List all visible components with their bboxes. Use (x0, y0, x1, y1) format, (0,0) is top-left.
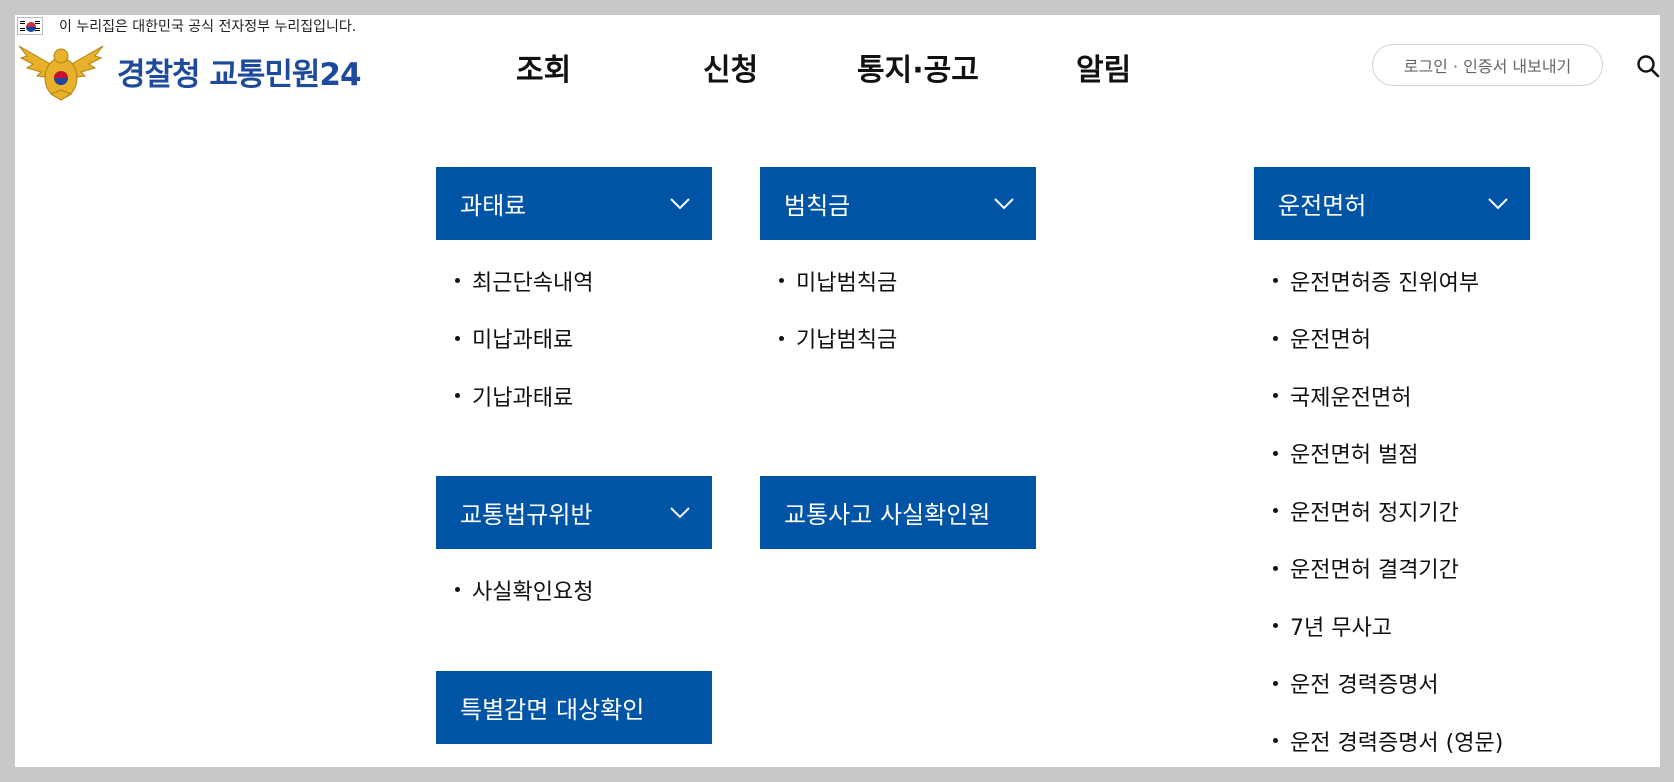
nav-item-application[interactable]: 신청 (703, 45, 758, 89)
list-item[interactable]: 운전면허 (1269, 310, 1503, 368)
menu-accident-title: 교통사고 사실확인원 (784, 501, 991, 529)
menu-special-header[interactable]: 특별감면 대상확인 (436, 671, 712, 744)
menu-penalty-header[interactable]: 범칙금 (760, 167, 1036, 240)
police-emblem-icon (18, 45, 104, 101)
gov-banner-text: 이 누리집은 대한민국 공식 전자정부 누리집입니다. (59, 19, 357, 35)
menu-accident-header[interactable]: 교통사고 사실확인원 (760, 476, 1036, 549)
menu-fine-list: 최근단속내역 미납과태료 기납과태료 (451, 252, 593, 425)
login-button[interactable]: 로그인 · 인증서 내보내기 (1372, 44, 1603, 86)
list-item[interactable]: 운전 경력증명서 (영문) (1269, 712, 1503, 770)
menu-violation-title: 교통법규위반 (460, 501, 593, 529)
nav-item-news[interactable]: 알림 (1076, 45, 1131, 89)
menu-fine-header[interactable]: 과태료 (436, 167, 712, 240)
list-item[interactable]: 미납과태료 (451, 310, 593, 368)
list-item[interactable]: 기납범칙금 (775, 310, 897, 368)
site-logo[interactable]: 경찰청 교통민원24 (17, 40, 362, 102)
list-item[interactable]: 운전면허증 진위여부 (1269, 252, 1503, 310)
search-icon[interactable] (1635, 53, 1661, 79)
chevron-down-icon (1488, 198, 1508, 210)
menu-violation-list: 사실확인요청 (451, 561, 593, 619)
gov-banner: 이 누리집은 대한민국 공식 전자정부 누리집입니다. (15, 15, 356, 37)
chevron-down-icon (994, 198, 1014, 210)
list-item[interactable]: 운전면허 벌점 (1269, 425, 1503, 483)
chevron-down-icon (670, 507, 690, 519)
menu-violation-header[interactable]: 교통법규위반 (436, 476, 712, 549)
list-item[interactable]: 국제운전면허 (1269, 367, 1503, 425)
list-item[interactable]: 기납과태료 (451, 367, 593, 425)
korean-flag-icon (17, 17, 43, 35)
logo-text: 경찰청 교통민원24 (117, 56, 362, 93)
list-item[interactable]: 최근단속내역 (451, 252, 593, 310)
nav-item-notice[interactable]: 통지·공고 (857, 45, 979, 89)
chevron-down-icon (670, 198, 690, 210)
menu-special-title: 특별감면 대상확인 (460, 696, 645, 724)
menu-fine-title: 과태료 (460, 192, 527, 220)
list-item[interactable]: 7년 무사고 (1269, 597, 1503, 655)
menu-license-header[interactable]: 운전면허 (1254, 167, 1530, 240)
list-item[interactable]: 운전 경력증명서 (1269, 655, 1503, 713)
menu-license-list: 운전면허증 진위여부 운전면허 국제운전면허 운전면허 벌점 운전면허 정지기간… (1269, 252, 1503, 770)
list-item[interactable]: 미납범칙금 (775, 252, 897, 310)
nav-item-inquiry[interactable]: 조회 (516, 45, 571, 89)
list-item[interactable]: 운전면허 결격기간 (1269, 540, 1503, 598)
menu-license-title: 운전면허 (1278, 192, 1367, 220)
menu-penalty-title: 범칙금 (784, 192, 851, 220)
list-item[interactable]: 운전면허 정지기간 (1269, 482, 1503, 540)
menu-penalty-list: 미납범칙금 기납범칙금 (775, 252, 897, 367)
list-item[interactable]: 사실확인요청 (451, 561, 593, 619)
page: 이 누리집은 대한민국 공식 전자정부 누리집입니다. 경찰청 교통민원24 조… (15, 15, 1660, 767)
